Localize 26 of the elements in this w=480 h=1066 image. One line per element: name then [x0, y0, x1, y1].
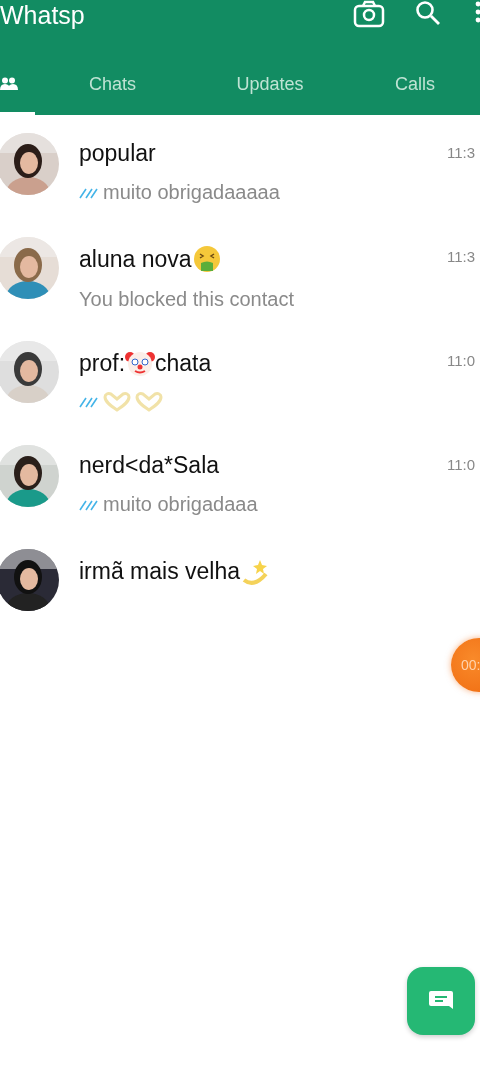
message-time: 11:0 [447, 455, 477, 475]
contact-name: nerd<da*Sala [79, 452, 220, 479]
nauseated-face-icon [191, 244, 222, 274]
contact-name: chata [155, 349, 212, 377]
heart-hands-icon [135, 392, 163, 412]
message-icon [428, 990, 454, 1012]
tab[interactable]: Updates [190, 56, 350, 115]
tab[interactable]: Calls [350, 56, 480, 115]
contact-name: prof: [79, 349, 126, 377]
community-icon [0, 77, 18, 91]
contact-name: aluna nova [79, 245, 192, 273]
contact-name: popular [79, 140, 156, 167]
heart-hands-icon [103, 392, 131, 412]
message-time: 11:0 [447, 351, 477, 371]
message-preview: You blocked this contact [79, 288, 294, 311]
contact-name: irmã mais velha [79, 557, 241, 585]
search-icon[interactable] [415, 0, 441, 26]
message-time: 11:3 [447, 247, 477, 267]
message-preview: muito obrigadaaaaa [103, 181, 280, 204]
camera-icon[interactable] [353, 0, 385, 28]
message-time: 11:3 [447, 143, 477, 163]
message-preview: muito obrigadaaa [103, 493, 258, 516]
app-title: Whatsp [0, 0, 86, 30]
recording-bubble[interactable]: 00: [451, 638, 480, 692]
tab[interactable]: Chats [35, 56, 190, 115]
new-chat-button[interactable] [407, 967, 475, 1035]
